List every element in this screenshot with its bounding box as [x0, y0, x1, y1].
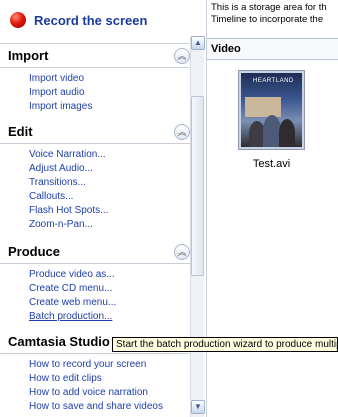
callouts-link[interactable]: Callouts... — [0, 190, 190, 204]
create-web-menu-link[interactable]: Create web menu... — [0, 296, 190, 310]
task-panel: Record the screen Import ︽ Import video … — [0, 0, 190, 417]
voice-narration-link[interactable]: Voice Narration... — [0, 148, 190, 162]
import-video-link[interactable]: Import video — [0, 72, 190, 86]
how-to-save-share-link[interactable]: How to save and share videos — [0, 400, 190, 414]
record-screen-row[interactable]: Record the screen — [0, 0, 190, 44]
task-panel-scrollbar[interactable]: ▲ ▼ — [190, 36, 205, 417]
chevron-double-up-icon[interactable]: ︽ — [174, 124, 190, 140]
create-cd-menu-link[interactable]: Create CD menu... — [0, 282, 190, 296]
chevron-double-up-icon[interactable]: ︽ — [174, 48, 190, 64]
zoom-n-pan-link[interactable]: Zoom-n-Pan... — [0, 218, 190, 232]
transitions-link[interactable]: Transitions... — [0, 176, 190, 190]
produce-section-header[interactable]: Produce ︽ — [0, 240, 190, 264]
record-screen-link[interactable]: Record the screen — [34, 13, 147, 28]
clip-bin-note: This is a storage area for th Timeline t… — [211, 2, 338, 26]
produce-section: Produce ︽ Produce video as... Create CD … — [0, 240, 190, 324]
clip-bin: This is a storage area for th Timeline t… — [206, 0, 338, 417]
how-to-add-narration-link[interactable]: How to add voice narration — [0, 386, 190, 400]
edit-section-header[interactable]: Edit ︽ — [0, 120, 190, 144]
batch-production-link[interactable]: Batch production... — [0, 310, 190, 324]
batch-production-tooltip: Start the batch production wizard to pro… — [112, 337, 338, 352]
clip-thumbnail-image: HEARTLAND — [241, 73, 302, 147]
section-title: Edit — [8, 124, 33, 139]
import-images-link[interactable]: Import images — [0, 100, 190, 114]
scrollbar-thumb[interactable] — [191, 96, 204, 276]
clip-name[interactable]: Test.avi — [238, 158, 305, 170]
edit-section: Edit ︽ Voice Narration... Adjust Audio..… — [0, 120, 190, 232]
import-audio-link[interactable]: Import audio — [0, 86, 190, 100]
flash-hot-spots-link[interactable]: Flash Hot Spots... — [0, 204, 190, 218]
thumbnail-person — [279, 119, 295, 147]
scroll-up-arrow-icon[interactable]: ▲ — [191, 36, 205, 50]
record-dot-icon — [10, 12, 26, 28]
produce-video-as-link[interactable]: Produce video as... — [0, 268, 190, 282]
note-line: This is a storage area for th — [211, 2, 327, 13]
scroll-down-arrow-icon[interactable]: ▼ — [191, 400, 205, 414]
section-title: Import — [8, 48, 49, 63]
thumbnail-logo: HEARTLAND — [253, 78, 294, 84]
import-section: Import ︽ Import video Import audio Impor… — [0, 44, 190, 114]
adjust-audio-link[interactable]: Adjust Audio... — [0, 162, 190, 176]
chevron-double-up-icon[interactable]: ︽ — [174, 244, 190, 260]
thumbnail-building — [245, 97, 281, 117]
section-title: Produce — [8, 244, 61, 259]
video-category-header: Video — [207, 38, 338, 60]
note-line: Timeline to incorporate the — [211, 14, 324, 25]
how-to-record-link[interactable]: How to record your screen — [0, 358, 190, 372]
section-title: Camtasia Studio T — [8, 334, 122, 349]
import-section-header[interactable]: Import ︽ — [0, 44, 190, 68]
clip-thumbnail[interactable]: HEARTLAND — [238, 70, 305, 150]
how-to-edit-clips-link[interactable]: How to edit clips — [0, 372, 190, 386]
video-header-label: Video — [211, 43, 241, 55]
